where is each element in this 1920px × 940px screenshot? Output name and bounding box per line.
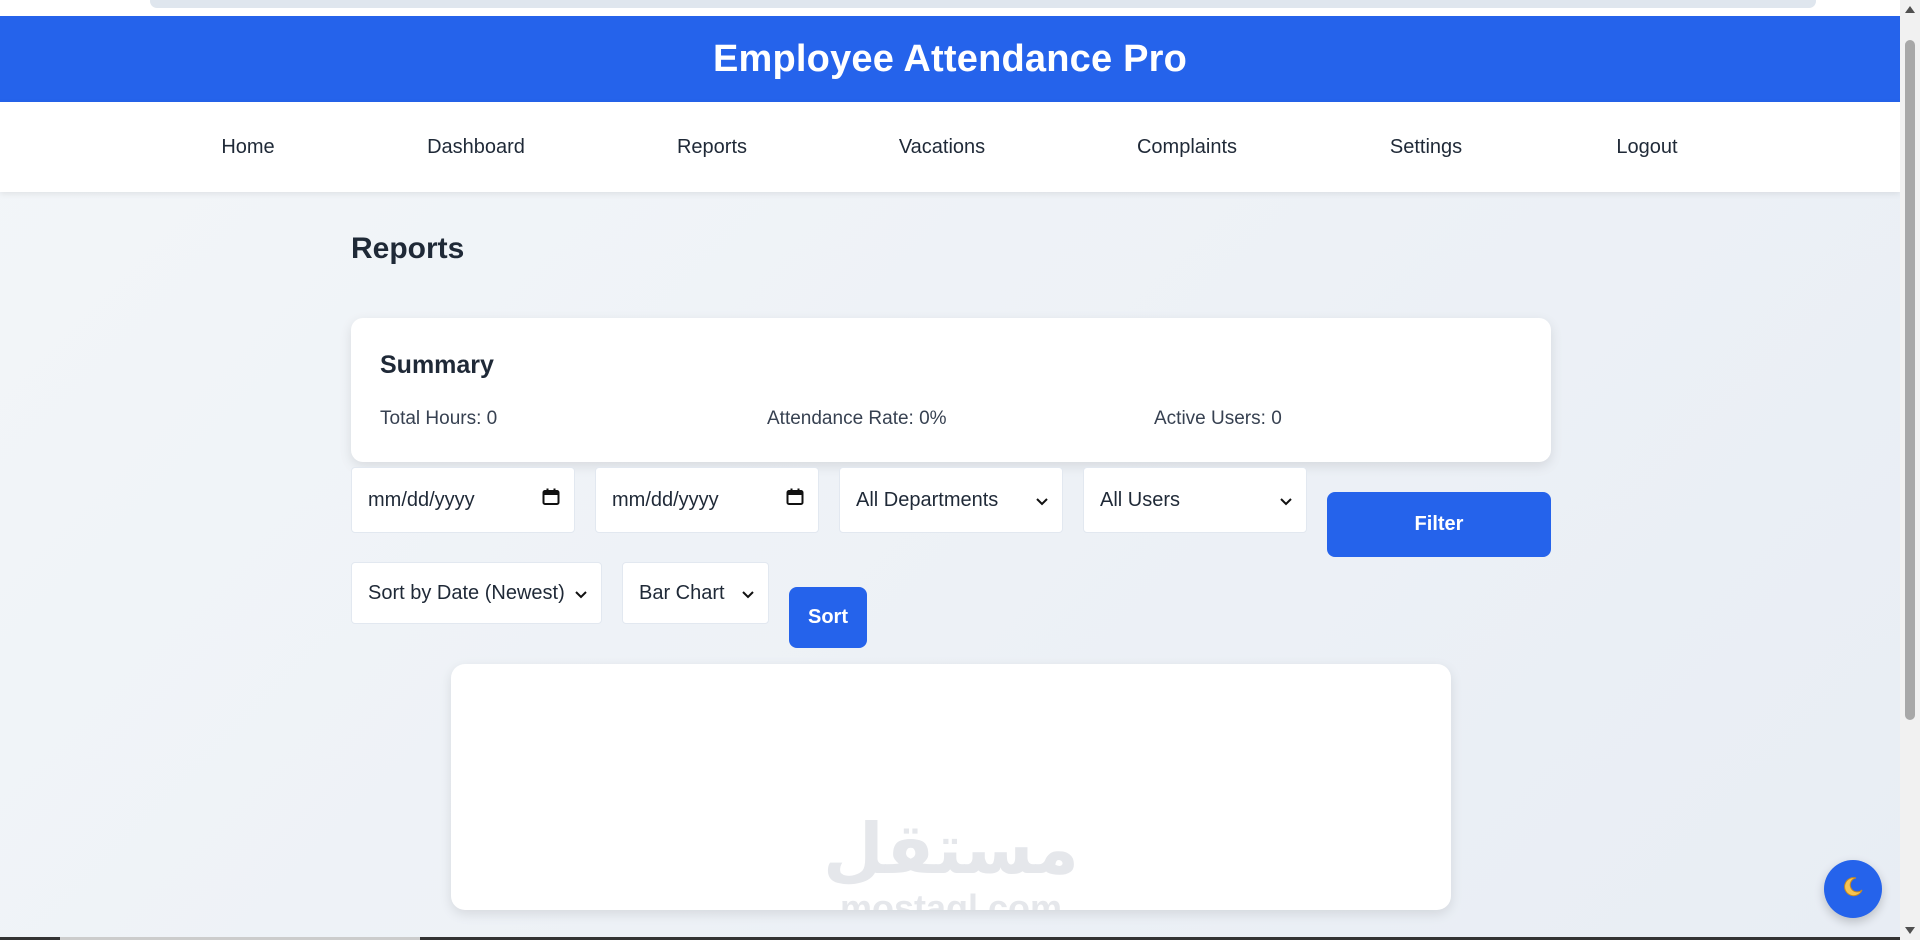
app-header: Employee Attendance Pro [0, 16, 1900, 102]
end-date-input[interactable]: mm/dd/yyyy [595, 467, 819, 533]
chevron-down-icon [1036, 489, 1048, 512]
nav-item-complaints[interactable]: Complaints [1137, 102, 1237, 192]
department-selected-value: All Departments [856, 488, 999, 511]
watermark-arabic: مستقل [822, 810, 1079, 888]
address-bar[interactable] [150, 0, 1816, 8]
nav-item-logout[interactable]: Logout [1616, 102, 1677, 192]
chart-type-selected-value: Bar Chart [639, 581, 725, 604]
theme-toggle-button[interactable] [1824, 860, 1882, 918]
calendar-icon[interactable] [542, 488, 560, 512]
summary-card: Summary Total Hours: 0 Attendance Rate: … [351, 318, 1551, 462]
watermark: مستقل mostaql.com [451, 814, 1451, 910]
active-users-stat: Active Users: 0 [1154, 408, 1282, 429]
start-date-input[interactable]: mm/dd/yyyy [351, 467, 575, 533]
department-select[interactable]: All Departments [839, 467, 1063, 533]
sort-select[interactable]: Sort by Date (Newest) [351, 562, 602, 624]
calendar-icon[interactable] [786, 488, 804, 512]
chart-type-select[interactable]: Bar Chart [622, 562, 769, 624]
main-nav: Home Dashboard Reports Vacations Complai… [0, 102, 1900, 192]
sort-selected-value: Sort by Date (Newest) [368, 581, 565, 604]
nav-item-home[interactable]: Home [221, 102, 274, 192]
nav-item-reports[interactable]: Reports [677, 102, 747, 192]
scroll-up-arrow[interactable] [1905, 6, 1915, 13]
scrollbar-thumb[interactable] [1905, 40, 1915, 720]
browser-chrome-strip [0, 0, 1900, 16]
start-date-placeholder: mm/dd/yyyy [368, 488, 475, 511]
nav-item-settings[interactable]: Settings [1390, 102, 1462, 192]
user-selected-value: All Users [1100, 488, 1181, 511]
attendance-rate-stat: Attendance Rate: 0% [767, 408, 947, 429]
sort-button[interactable]: Sort [789, 587, 867, 648]
page-title: Reports [351, 232, 465, 265]
page-scrollbar[interactable] [1900, 0, 1920, 940]
app-title: Employee Attendance Pro [712, 37, 1188, 80]
chart-container: مستقل mostaql.com [451, 664, 1451, 910]
chevron-down-icon [575, 582, 587, 605]
user-select[interactable]: All Users [1083, 467, 1307, 533]
nav-item-vacations[interactable]: Vacations [899, 102, 985, 192]
chevron-down-icon [742, 582, 754, 605]
total-hours-stat: Total Hours: 0 [380, 408, 498, 429]
chevron-down-icon [1280, 489, 1292, 512]
summary-heading: Summary [380, 351, 494, 379]
scroll-down-arrow[interactable] [1905, 927, 1915, 934]
nav-item-dashboard[interactable]: Dashboard [427, 102, 525, 192]
watermark-domain: mostaql.com [839, 887, 1063, 911]
filter-button[interactable]: Filter [1327, 492, 1551, 557]
moon-icon [1841, 875, 1865, 904]
end-date-placeholder: mm/dd/yyyy [612, 488, 719, 511]
